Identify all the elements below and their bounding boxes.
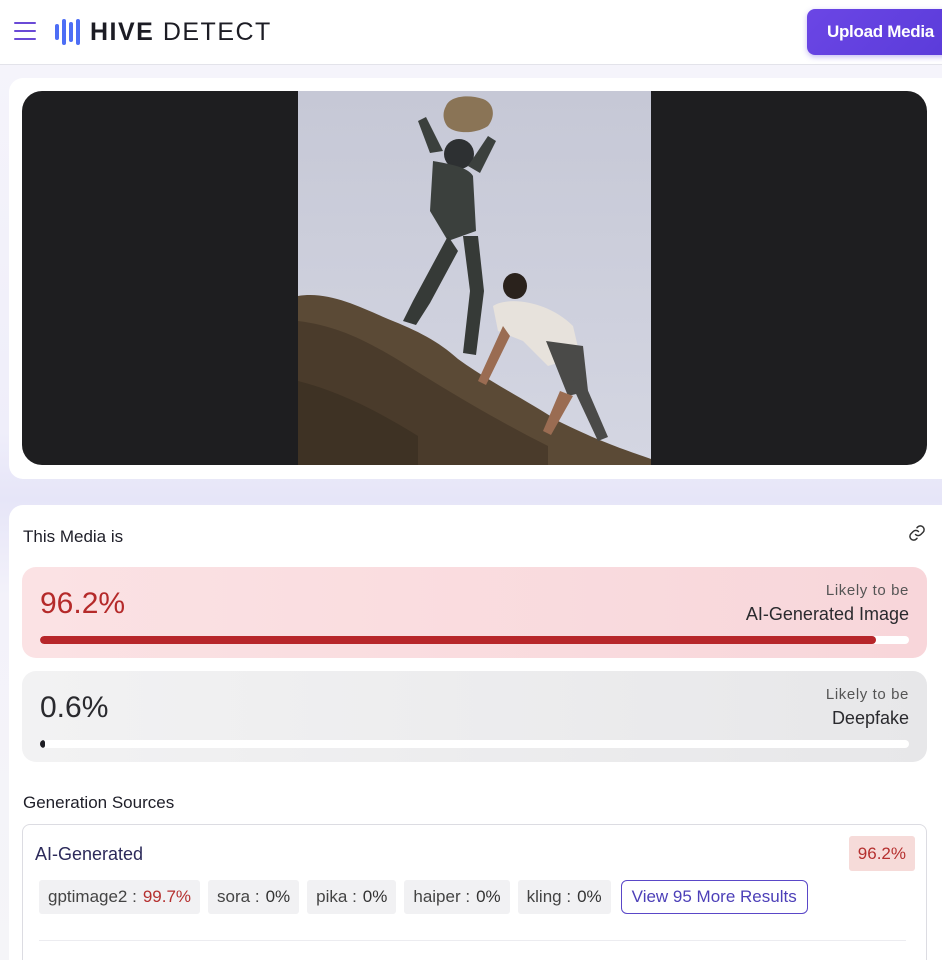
score-label: Deepfake xyxy=(831,708,909,728)
menu-icon[interactable] xyxy=(14,22,36,40)
divider xyxy=(39,940,906,941)
deepfake-score-box: 0.6% Likely to be Deepfake xyxy=(22,671,927,762)
result-title: This Media is xyxy=(23,527,124,546)
generation-sources-heading: Generation Sources xyxy=(23,793,175,812)
ai-generated-score-box: 96.2% Likely to be AI-Generated Image xyxy=(22,567,927,658)
view-more-results-button[interactable]: View 95 More Results xyxy=(620,880,808,914)
hive-logo-icon xyxy=(55,19,80,45)
generation-sources-panel: AI-Generated 96.2% gptimage2 :99.7% sora… xyxy=(22,824,927,960)
score-progress-track xyxy=(40,740,909,748)
score-progress-fill xyxy=(40,740,46,748)
detection-result-card: This Media is 96.2% Likely to be AI-Gene… xyxy=(9,505,942,960)
sources-category-title: AI-Generated xyxy=(35,844,144,864)
sources-score-badge: 96.2% xyxy=(848,836,915,871)
score-value: 96.2% xyxy=(40,587,126,620)
score-label: AI-Generated Image xyxy=(745,604,909,624)
logo[interactable]: HIVE DETECT xyxy=(55,17,272,47)
link-icon[interactable] xyxy=(908,524,926,542)
media-frame xyxy=(22,91,927,465)
likely-prefix: Likely to be xyxy=(825,582,909,599)
score-progress-track xyxy=(40,636,909,644)
source-chip: kling :0% xyxy=(517,880,611,914)
source-chip: haiper :0% xyxy=(404,880,510,914)
source-chip: gptimage2 :99.7% xyxy=(39,880,201,914)
brand-name: HIVE DETECT xyxy=(90,17,272,46)
likely-prefix: Likely to be xyxy=(825,686,909,703)
uploaded-image xyxy=(298,91,651,465)
source-chip: sora :0% xyxy=(208,880,300,914)
media-preview-card xyxy=(9,78,942,479)
source-chips: gptimage2 :99.7% sora :0% pika :0% haipe… xyxy=(39,880,808,914)
upload-media-button[interactable]: Upload Media xyxy=(807,9,942,55)
source-chip: pika :0% xyxy=(307,880,397,914)
top-header: HIVE DETECT Upload Media xyxy=(0,0,942,65)
score-value: 0.6% xyxy=(40,691,109,724)
score-progress-fill xyxy=(40,636,876,644)
